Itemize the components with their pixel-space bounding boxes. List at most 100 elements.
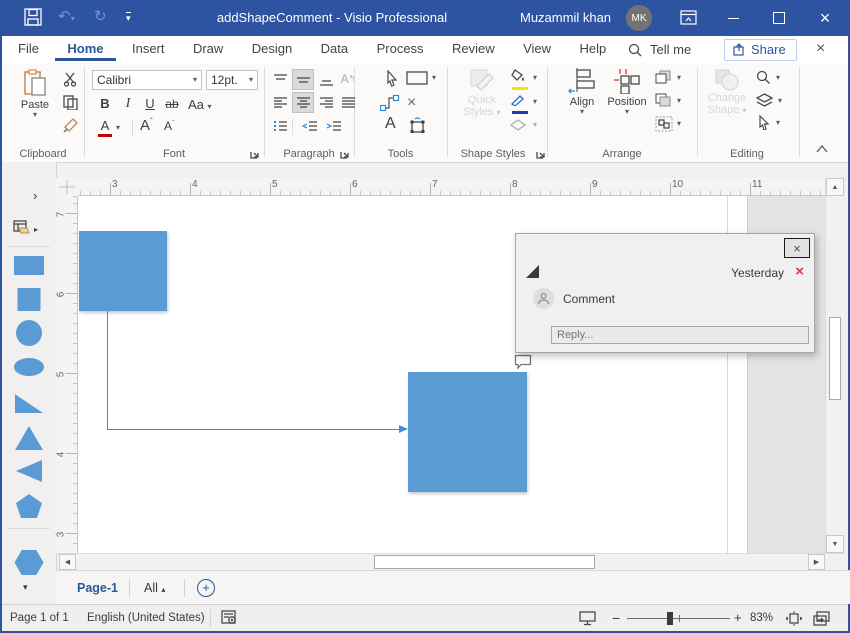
line-dropdown-icon[interactable]: ▾ xyxy=(533,98,537,106)
tab-home[interactable]: Home xyxy=(55,36,115,61)
user-name[interactable]: Muzammil khan xyxy=(520,10,611,25)
scroll-up-icon[interactable]: ▲ xyxy=(826,178,844,196)
align-left-button[interactable] xyxy=(270,93,290,112)
page-info[interactable]: Page 1 of 1 xyxy=(10,612,69,624)
stencil-shape-triangle[interactable] xyxy=(15,426,43,450)
shape-styles-dialog-launcher[interactable] xyxy=(536,149,547,160)
minimize-button[interactable] xyxy=(716,3,750,33)
stencil-shape-ellipse[interactable] xyxy=(14,358,44,376)
all-pages-button[interactable]: All ▴ xyxy=(144,581,165,595)
delete-comment-icon[interactable]: × xyxy=(795,263,804,280)
presentation-mode-icon[interactable] xyxy=(579,611,596,626)
page-tab-page-1[interactable]: Page-1 xyxy=(77,581,118,595)
tab-file[interactable]: File xyxy=(6,36,51,61)
tell-me-label[interactable]: Tell me xyxy=(650,42,691,57)
more-shapes-icon[interactable]: ▾ xyxy=(23,582,28,593)
macro-record-icon[interactable] xyxy=(221,610,237,626)
rectangle-tool-dropdown-icon[interactable]: ▾ xyxy=(432,74,436,82)
vertical-scrollbar[interactable]: ▲ ▼ xyxy=(825,178,844,553)
find-button[interactable] xyxy=(756,70,771,85)
stencil-icon[interactable] xyxy=(13,220,30,235)
scroll-left-icon[interactable]: ◀ xyxy=(59,554,76,570)
effects-dropdown-icon[interactable]: ▾ xyxy=(533,121,537,129)
rectangle-tool-button[interactable] xyxy=(406,71,428,85)
font-color-dropdown-icon[interactable]: ▾ xyxy=(116,124,120,132)
tab-review[interactable]: Review xyxy=(440,36,507,61)
underline-button[interactable]: U xyxy=(140,94,160,113)
connector-tool-button[interactable] xyxy=(380,94,400,112)
scroll-right-icon[interactable]: ▶ xyxy=(808,554,825,570)
justify-button[interactable] xyxy=(338,93,358,112)
paragraph-dialog-launcher[interactable] xyxy=(340,149,351,160)
expand-shapes-panel-icon[interactable]: › xyxy=(33,188,37,203)
quick-styles-button[interactable]: QuickStyles ▾ xyxy=(457,68,507,118)
send-backward-button[interactable] xyxy=(655,93,672,107)
undo-icon[interactable]: ↶▾ xyxy=(58,7,75,25)
stencil-shape-circle[interactable] xyxy=(16,320,42,346)
zoom-in-button[interactable]: + xyxy=(734,610,742,625)
change-shape-button[interactable]: ChangeShape ▾ xyxy=(702,68,752,116)
maximize-button[interactable] xyxy=(762,3,796,33)
switch-windows-icon[interactable] xyxy=(813,611,830,626)
connection-point-button[interactable]: × xyxy=(407,94,416,112)
tab-insert[interactable]: Insert xyxy=(120,36,177,61)
zoom-slider-thumb[interactable] xyxy=(667,612,673,625)
find-dropdown-icon[interactable]: ▾ xyxy=(776,74,780,82)
tab-design[interactable]: Design xyxy=(240,36,304,61)
tab-process[interactable]: Process xyxy=(365,36,436,61)
cut-button[interactable] xyxy=(60,70,80,89)
copy-button[interactable] xyxy=(60,93,80,112)
pane-close-icon[interactable]: × xyxy=(816,40,825,58)
search-icon[interactable] xyxy=(628,43,642,57)
redo-icon[interactable]: ↻ xyxy=(94,7,107,25)
pointer-tool-button[interactable] xyxy=(382,69,402,88)
select-button[interactable] xyxy=(758,115,771,130)
grow-font-button[interactable]: Aˆ xyxy=(140,117,153,134)
align-middle-button[interactable] xyxy=(293,70,313,89)
strikethrough-button[interactable]: ab xyxy=(162,94,182,113)
free-transform-button[interactable] xyxy=(408,117,427,134)
scroll-down-icon[interactable]: ▼ xyxy=(826,535,844,553)
vertical-scroll-thumb[interactable] xyxy=(829,317,841,400)
stencil-shape-left-triangle[interactable] xyxy=(16,460,42,482)
connector-segment-vertical[interactable] xyxy=(107,311,108,430)
select-dropdown-icon[interactable]: ▾ xyxy=(776,119,780,127)
line-button[interactable] xyxy=(510,93,528,111)
stencil-shape-hexagon[interactable] xyxy=(15,550,44,575)
qat-customize-icon[interactable]: ▾ xyxy=(126,12,131,23)
bold-button[interactable]: B xyxy=(95,94,115,113)
paste-button[interactable]: Paste ▾ xyxy=(14,69,56,119)
font-name-select[interactable]: Calibri▾ xyxy=(92,70,202,90)
zoom-level[interactable]: 83% xyxy=(750,612,773,624)
stencil-shape-square[interactable] xyxy=(18,288,41,311)
change-case-button[interactable]: Aa ▾ xyxy=(188,97,212,112)
tab-help[interactable]: Help xyxy=(568,36,619,61)
horizontal-scroll-thumb[interactable] xyxy=(374,555,595,569)
text-tool-button[interactable]: A xyxy=(385,115,396,133)
zoom-slider[interactable] xyxy=(627,618,730,619)
align-top-button[interactable] xyxy=(270,70,290,89)
collapse-ribbon-icon[interactable] xyxy=(816,145,828,153)
effects-button[interactable] xyxy=(510,118,526,131)
layers-button[interactable] xyxy=(756,93,773,108)
stencil-shape-rectangle[interactable] xyxy=(14,256,44,275)
position-button[interactable]: Position▾ xyxy=(604,68,650,116)
shrink-font-button[interactable]: Aˇ xyxy=(164,119,175,133)
stencil-shape-right-triangle[interactable] xyxy=(15,392,43,413)
connector-segment-horizontal[interactable] xyxy=(107,429,400,430)
layers-dropdown-icon[interactable]: ▾ xyxy=(778,97,782,105)
align-button[interactable]: Align▾ xyxy=(560,68,604,116)
tab-view[interactable]: View xyxy=(511,36,563,61)
bullets-button[interactable] xyxy=(270,116,290,135)
share-button[interactable]: Share xyxy=(724,39,797,61)
bring-forward-button[interactable] xyxy=(655,70,672,84)
group-dropdown-icon[interactable]: ▾ xyxy=(677,120,681,128)
tab-data[interactable]: Data xyxy=(309,36,360,61)
fit-page-icon[interactable] xyxy=(786,611,802,626)
comment-indicator-icon[interactable] xyxy=(514,354,532,370)
stencil-expand-icon[interactable]: ▸ xyxy=(34,225,38,234)
align-center-button[interactable] xyxy=(293,93,313,112)
decrease-indent-button[interactable] xyxy=(300,116,320,135)
shape-rectangle-2[interactable] xyxy=(408,372,527,492)
fill-dropdown-icon[interactable]: ▾ xyxy=(533,74,537,82)
